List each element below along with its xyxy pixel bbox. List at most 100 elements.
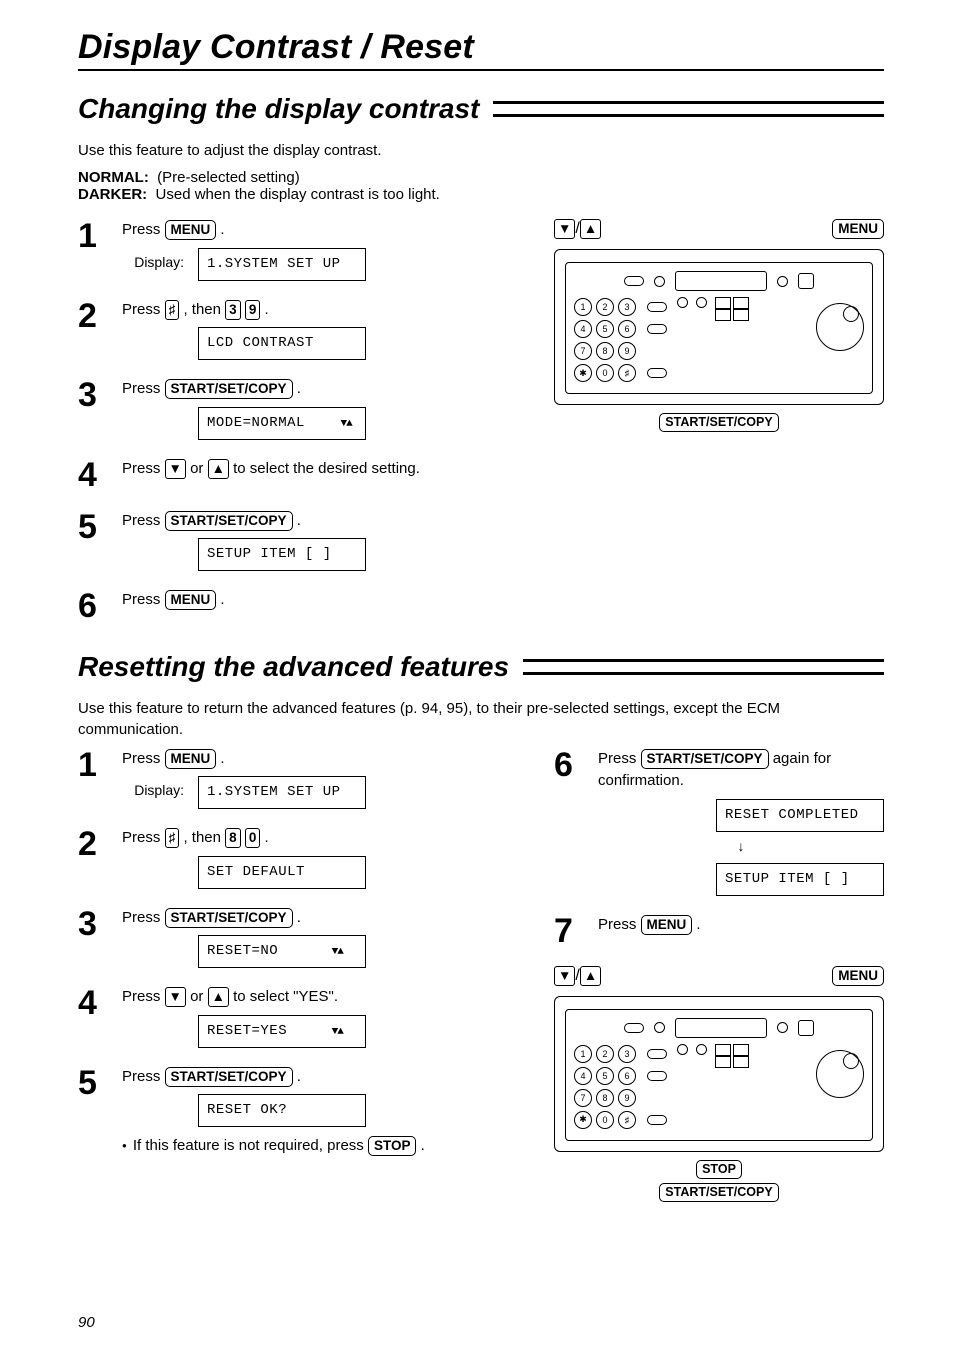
lcd-icon (675, 271, 767, 291)
start-button: START/SET/COPY (165, 511, 293, 531)
text: Press (122, 460, 165, 477)
section-rule (523, 659, 884, 675)
text: to select the desired setting. (233, 460, 420, 477)
button-shape (647, 324, 667, 334)
text: or (190, 460, 208, 477)
step-number: 2 (78, 299, 108, 333)
button-shape (777, 1022, 788, 1033)
handset-icon (798, 273, 814, 289)
down-icon: ▼ (554, 219, 575, 239)
key: 7 (574, 342, 592, 360)
key: 9 (618, 1089, 636, 1107)
key: 8 (596, 1089, 614, 1107)
button-shape (696, 1044, 707, 1055)
text: Press (122, 988, 165, 1005)
lcd-display: 1.SYSTEM SET UP (198, 248, 366, 281)
key: 1 (574, 298, 592, 316)
stop-button: STOP (368, 1136, 417, 1156)
hash-button: ♯ (165, 828, 180, 848)
button-shape (624, 1023, 644, 1033)
text: , then (183, 301, 225, 318)
key: ✱ (574, 1111, 592, 1129)
keypad: 123 456 789 ✱0♯ (574, 297, 667, 383)
step-number: 1 (78, 748, 108, 782)
menu-button-label: MENU (832, 966, 884, 986)
digit-button: 9 (245, 300, 261, 320)
text: Press (122, 909, 165, 926)
lcd-icon (675, 1018, 767, 1038)
normal-label: NORMAL: (78, 169, 149, 186)
down-button: ▼ (165, 987, 186, 1007)
button-shape (715, 1044, 731, 1056)
section2-intro: Use this feature to return the advanced … (78, 699, 838, 740)
text: Press (122, 380, 165, 397)
display-label: Display: (122, 252, 184, 273)
text: Press (122, 591, 165, 608)
dial-icon (816, 1050, 864, 1098)
digit-button: 8 (225, 828, 241, 848)
start-button-label: START/SET/COPY (659, 1183, 778, 1202)
key: 3 (618, 1045, 636, 1063)
digit-button: 3 (225, 300, 241, 320)
page-number: 90 (78, 1314, 95, 1331)
step-number: 6 (554, 748, 584, 782)
section-rule (493, 101, 884, 117)
menu-button: MENU (165, 220, 217, 240)
button-shape (647, 1115, 667, 1125)
dial-icon (816, 303, 864, 351)
button-shape (647, 1049, 667, 1059)
key: 1 (574, 1045, 592, 1063)
section1-defs: NORMAL: (Pre-selected setting) DARKER: U… (78, 169, 884, 203)
down-arrow-icon: ↓ (598, 836, 884, 857)
button-shape (733, 297, 749, 309)
text: or (190, 988, 208, 1005)
step-number: 4 (78, 986, 108, 1020)
lcd-display: RESET OK? (198, 1094, 366, 1127)
text: Press (598, 916, 641, 933)
lcd-display: SETUP ITEM [ ] (198, 538, 366, 571)
key: ♯ (618, 1111, 636, 1129)
key: 4 (574, 1067, 592, 1085)
lcd-display: RESET=YES ▼▲ (198, 1015, 366, 1048)
button-shape (715, 297, 731, 309)
step-number: 3 (78, 378, 108, 412)
handset-icon (798, 1020, 814, 1036)
text: Press (122, 829, 165, 846)
device-diagram: 123 456 789 ✱0♯ (554, 249, 884, 405)
lcd-text: RESET=NO (207, 943, 278, 959)
up-button: ▲ (208, 459, 229, 479)
button-shape (777, 276, 788, 287)
page-title: Display Contrast / Reset (78, 28, 884, 67)
text: Press (122, 1068, 165, 1085)
key: 0 (596, 1111, 614, 1129)
device-diagram: 123 456 789 ✱0♯ (554, 996, 884, 1152)
lcd-text: MODE=NORMAL (207, 415, 305, 431)
button-shape (647, 368, 667, 378)
key: 2 (596, 1045, 614, 1063)
key: 3 (618, 298, 636, 316)
step-number: 6 (78, 589, 108, 623)
key: 5 (596, 320, 614, 338)
hash-button: ♯ (165, 300, 180, 320)
lcd-display: SETUP ITEM [ ] (716, 863, 884, 896)
button-shape (733, 1056, 749, 1068)
key: 2 (596, 298, 614, 316)
step-number: 5 (78, 1066, 108, 1100)
stop-button-label: STOP (696, 1160, 742, 1179)
lcd-display: LCD CONTRAST (198, 327, 366, 360)
lcd-text: RESET=YES (207, 1023, 287, 1039)
arrow-icon: ▼▲ (341, 418, 352, 430)
start-button-label: START/SET/COPY (659, 413, 778, 432)
start-button: START/SET/COPY (641, 749, 769, 769)
key: ♯ (618, 364, 636, 382)
display-label: Display: (122, 780, 184, 801)
button-shape (647, 1071, 667, 1081)
device-label: ▼/▲ (554, 966, 601, 986)
darker-text: Used when the display contrast is too li… (156, 186, 440, 203)
button-shape (647, 302, 667, 312)
start-button: START/SET/COPY (165, 379, 293, 399)
button-shape (677, 1044, 688, 1055)
arrow-icon: ▼▲ (332, 946, 343, 958)
key: 9 (618, 342, 636, 360)
text: Press (122, 512, 165, 529)
